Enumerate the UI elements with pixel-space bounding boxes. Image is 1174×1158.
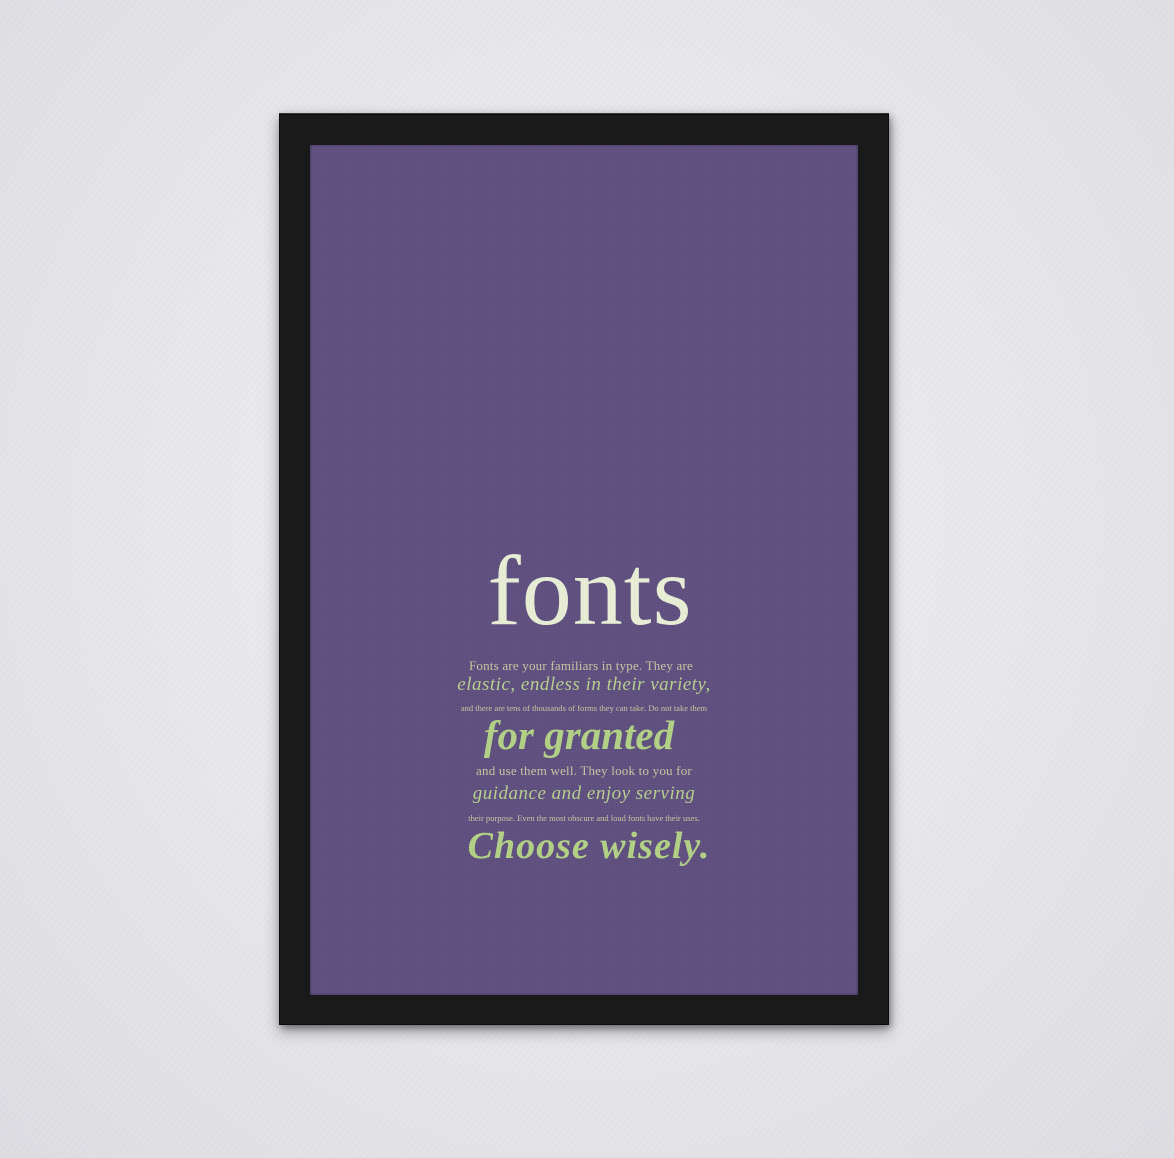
poster-line-5: and use them well. They look to you for bbox=[476, 763, 692, 778]
picture-frame: fonts Fonts are your familiars in type. … bbox=[279, 113, 889, 1025]
poster-line-1: Fonts are your familiars in type. They a… bbox=[468, 658, 694, 673]
poster: fonts Fonts are your familiars in type. … bbox=[310, 145, 858, 995]
poster-line-2: elastic, endless in their variety, bbox=[457, 674, 711, 695]
poster-title: fonts bbox=[487, 535, 693, 646]
poster-line-7: their purpose. Even the most obscure and… bbox=[468, 813, 700, 823]
poster-line-6: guidance and enjoy serving bbox=[472, 783, 696, 804]
poster-line-4: for granted bbox=[483, 712, 675, 758]
poster-line-8: Choose wisely. bbox=[467, 825, 711, 867]
